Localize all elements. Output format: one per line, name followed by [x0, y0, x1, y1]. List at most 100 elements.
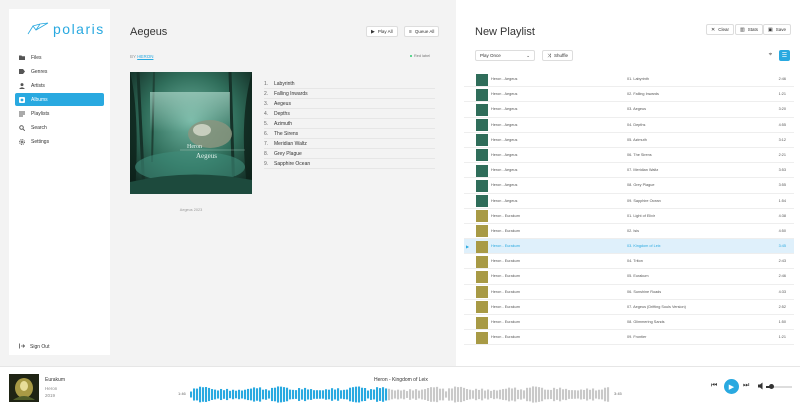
- playlist-row[interactable]: Heron - Aegeus 04. Depths 4:55: [464, 118, 794, 133]
- playlist-row[interactable]: Heron - Eurakum 07. Aegeus (Drifting Soul…: [464, 300, 794, 315]
- row-duration: 3:45: [778, 244, 786, 249]
- play-pause-button[interactable]: ▶: [724, 379, 739, 394]
- waveform-bar: [490, 390, 493, 399]
- playlist-row[interactable]: Heron - Eurakum 05. Eurakum 2:46: [464, 269, 794, 285]
- playlist-row[interactable]: Heron - Aegeus 08. Grey Plague 3:55: [464, 178, 794, 194]
- track-thumbnail: [476, 270, 488, 283]
- playlist-row[interactable]: Heron - Aegeus 06. The Sirens 2:21: [464, 148, 794, 164]
- album-cover[interactable]: Heron Aegeus: [130, 72, 252, 194]
- waveform-bar: [541, 387, 544, 402]
- track-row[interactable]: 7. Meridian Waltz: [264, 139, 435, 149]
- waveform-bar: [373, 389, 376, 400]
- volume-knob[interactable]: [768, 384, 774, 389]
- row-title: 04. Depths: [627, 122, 646, 127]
- queue-all-button[interactable]: ≡ Queue All: [404, 26, 440, 37]
- waveform-bar: [460, 386, 463, 403]
- volume-slider[interactable]: [766, 384, 792, 389]
- playlist-row[interactable]: Heron - Eurakum 09. Frontier 1:21: [464, 330, 794, 346]
- waveform-bar: [415, 389, 418, 400]
- now-playing-album: Eurakum: [45, 377, 66, 383]
- waveform-bar: [214, 389, 217, 400]
- waveform-bar: [244, 389, 247, 400]
- waveform-bar: [532, 386, 535, 403]
- waveform-bar: [412, 390, 415, 399]
- row-title: 02. Falling Inwards: [627, 92, 659, 97]
- sign-out-button[interactable]: Sign Out: [19, 343, 49, 351]
- waveform-bar: [466, 389, 469, 400]
- row-artist: Heron - Aegeus: [491, 77, 518, 81]
- waveform-bar: [388, 388, 391, 401]
- compact-view-button[interactable]: ☰: [779, 50, 790, 61]
- waveform-seekbar[interactable]: [190, 386, 610, 403]
- waveform-bar: [232, 389, 235, 400]
- next-button[interactable]: ⏭: [743, 382, 749, 390]
- shuffle-button[interactable]: ⤨ Shuffle: [542, 50, 573, 61]
- row-artist: Heron - Aegeus: [491, 198, 518, 203]
- waveform-bar: [517, 389, 520, 400]
- row-duration: 4:33: [778, 289, 786, 294]
- sidebar-item-albums[interactable]: Albums: [15, 93, 104, 106]
- sidebar-item-playlists[interactable]: Playlists: [15, 107, 104, 120]
- playlist-row[interactable]: Heron - Aegeus 01. Labyrinth 2:46: [464, 72, 794, 88]
- playlist-row[interactable]: Heron - Eurakum 04. Triton 2:43: [464, 254, 794, 270]
- waveform-bar: [220, 388, 223, 401]
- track-row[interactable]: 2. Falling Inwards: [264, 89, 435, 99]
- artist-link[interactable]: HERON: [137, 54, 153, 59]
- playlist-row[interactable]: Heron - Eurakum 08. Glimmering Sands 1:50: [464, 315, 794, 331]
- waveform-bar: [406, 391, 409, 398]
- sidebar-item-artists[interactable]: Artists: [15, 79, 104, 92]
- playlist-row[interactable]: Heron - Aegeus 09. Sapphire Ocean 1:54: [464, 194, 794, 209]
- row-artist: Heron - Eurakum: [491, 274, 520, 279]
- waveform-bar: [598, 389, 601, 400]
- clear-button[interactable]: ✕ Clear: [706, 24, 734, 35]
- scroll-to-current-button[interactable]: ⌖: [765, 50, 776, 61]
- waveform-bar: [496, 390, 499, 399]
- play-all-label: Play All: [377, 29, 393, 34]
- volume-icon[interactable]: [758, 382, 765, 390]
- track-row[interactable]: 3. Aegeus: [264, 99, 435, 109]
- playlist-icon: [19, 111, 25, 117]
- previous-button[interactable]: ⏮: [711, 382, 717, 390]
- sidebar-item-files[interactable]: Files: [15, 51, 104, 64]
- track-row[interactable]: 9. Sapphire Ocean: [264, 159, 435, 169]
- sidebar-item-label: Artists: [31, 82, 45, 89]
- playlist-row[interactable]: Heron - Eurakum 02. Isis 4:50: [464, 224, 794, 240]
- tag-icon: [19, 69, 25, 75]
- track-row[interactable]: 5. Azimuth: [264, 119, 435, 129]
- waveform-bar: [202, 387, 205, 402]
- waveform-bar: [301, 389, 304, 400]
- sidebar-item-search[interactable]: Search: [15, 121, 104, 134]
- sidebar-item-label: Files: [31, 54, 42, 61]
- cover-caption: Aegeus 2023: [179, 208, 203, 212]
- waveform-bar: [259, 387, 262, 402]
- track-row[interactable]: 1. Labyrinth: [264, 79, 435, 89]
- track-row[interactable]: 6. The Sirens: [264, 129, 435, 139]
- playlist-row[interactable]: Heron - Eurakum 06. Sunshine Roads 4:33: [464, 285, 794, 300]
- stats-button[interactable]: ▥ Stats: [735, 24, 763, 35]
- track-row[interactable]: 8. Grey Plague: [264, 149, 435, 159]
- row-duration: 3:12: [778, 137, 786, 142]
- save-button[interactable]: ▣ Save: [763, 24, 791, 35]
- now-playing-artist: Heron: [45, 386, 58, 391]
- track-thumbnail: [476, 331, 488, 344]
- waveform-bar: [379, 388, 382, 401]
- track-thumbnail: [476, 210, 488, 223]
- playlist-row[interactable]: Heron - Aegeus 05. Azimuth 3:12: [464, 133, 794, 148]
- sidebar-item-settings[interactable]: Settings: [15, 135, 104, 148]
- playlist-row[interactable]: Heron - Aegeus 07. Meridian Waltz 3:53: [464, 163, 794, 179]
- row-artist: Heron - Eurakum: [491, 228, 520, 233]
- waveform-bar: [607, 387, 610, 402]
- waveform-bar: [367, 390, 370, 399]
- playlist-row[interactable]: Heron - Eurakum 01. Light of Elixir 4:38: [464, 209, 794, 224]
- waveform-bar: [298, 388, 301, 401]
- track-row[interactable]: 4. Depths: [264, 109, 435, 119]
- playlist-row[interactable]: Heron - Aegeus 02. Falling Inwards 1:21: [464, 87, 794, 103]
- row-artist: Heron - Aegeus: [491, 107, 518, 112]
- row-title: 03. Aegeus: [627, 107, 647, 112]
- playlist-row[interactable]: Heron - Aegeus 03. Aegeus 3:20: [464, 102, 794, 118]
- playlist-row[interactable]: ▶ Heron - Eurakum 03. Kingdom of Leix 3:45: [464, 239, 794, 255]
- play-all-button[interactable]: ▶ Play All: [366, 26, 398, 37]
- track-thumbnail: [476, 73, 488, 86]
- sidebar-item-genres[interactable]: Genres: [15, 65, 104, 78]
- play-order-select[interactable]: Play Once ⌄: [475, 50, 535, 61]
